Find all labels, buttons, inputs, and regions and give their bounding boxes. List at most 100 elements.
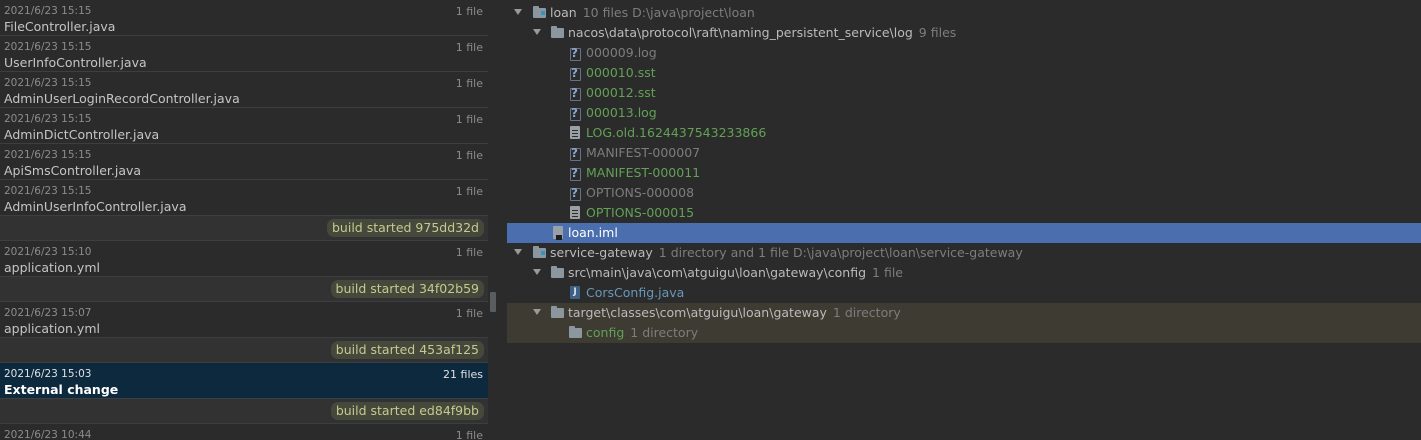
unknown-file-icon: [570, 86, 581, 101]
build-label: build started 975dd32d: [327, 219, 484, 237]
build-label: build started ed84f9bb: [330, 402, 484, 420]
history-scrollbar[interactable]: [488, 0, 498, 440]
node-meta: 1 directory: [630, 325, 699, 340]
tree-file[interactable]: OPTIONS-000015: [507, 203, 1421, 223]
revision-row[interactable]: 2021/6/23 15:15 1 file AdminDictControll…: [0, 108, 488, 144]
node-meta: 10 files D:\java\project\loan: [582, 5, 755, 20]
revision-file-count: 1 file: [455, 113, 483, 126]
revision-file: application.yml: [4, 321, 100, 336]
chevron-down-icon[interactable]: [533, 29, 541, 35]
revision-file-count: 1 file: [455, 307, 483, 320]
chevron-down-icon[interactable]: [514, 249, 522, 255]
module-folder-icon: [533, 6, 546, 18]
revision-date: 2021/6/23 15:15: [4, 113, 92, 125]
chevron-down-icon[interactable]: [533, 309, 541, 315]
tree-node-log-dir[interactable]: nacos\data\protocol\raft\naming_persiste…: [507, 23, 1421, 43]
tree-node-config-dir[interactable]: src\main\java\com\atguigu\loan\gateway\c…: [507, 263, 1421, 283]
iml-file-icon: [553, 226, 563, 240]
revision-row[interactable]: 2021/6/23 10:44 1 file: [0, 424, 488, 440]
unknown-file-icon: [570, 66, 581, 81]
build-label-row[interactable]: build started 34f02b59: [0, 277, 488, 302]
splitter[interactable]: [498, 0, 507, 440]
node-name: loan: [550, 5, 577, 20]
revision-date: 2021/6/23 15:15: [4, 185, 92, 197]
local-history-list[interactable]: 2021/6/23 15:15 1 file FileController.ja…: [0, 0, 488, 440]
revision-file-count: 1 file: [455, 246, 483, 259]
tree-file[interactable]: MANIFEST-000007: [507, 143, 1421, 163]
tree-file[interactable]: 000009.log: [507, 43, 1421, 63]
tree-node-config[interactable]: config 1 directory: [507, 323, 1421, 343]
build-label: build started 453af125: [330, 341, 484, 359]
revision-row[interactable]: 2021/6/23 15:15 1 file ApiSmsController.…: [0, 144, 488, 180]
revision-file: UserInfoController.java: [4, 55, 147, 70]
revision-file: AdminUserInfoController.java: [4, 199, 187, 214]
tree-file[interactable]: J CorsConfig.java: [507, 283, 1421, 303]
revision-date: 2021/6/23 10:44: [4, 429, 92, 440]
unknown-file-icon: [570, 146, 581, 161]
tree-file-selected[interactable]: loan.iml: [507, 223, 1421, 243]
file-name: 000013.log: [586, 105, 657, 120]
java-class-icon: J: [570, 286, 580, 299]
revision-row[interactable]: 2021/6/23 15:15 1 file FileController.ja…: [0, 0, 488, 36]
tree-node-target-dir[interactable]: target\classes\com\atguigu\loan\gateway 1…: [507, 303, 1421, 323]
revision-file-count: 1 file: [455, 149, 483, 162]
build-label-row[interactable]: build started 975dd32d: [0, 216, 488, 241]
revision-file: ApiSmsController.java: [4, 163, 142, 178]
revision-file-count: 1 file: [455, 5, 483, 18]
chevron-down-icon[interactable]: [533, 269, 541, 275]
module-folder-icon: [533, 246, 546, 258]
file-name: 000009.log: [586, 45, 657, 60]
file-name: loan.iml: [568, 225, 618, 240]
revision-row[interactable]: 2021/6/23 15:15 1 file AdminUserLoginRec…: [0, 72, 488, 108]
unknown-file-icon: [570, 46, 581, 61]
revision-row-selected[interactable]: 2021/6/23 15:03 21 files External change: [0, 363, 488, 399]
file-name: OPTIONS-000015: [586, 205, 695, 220]
unknown-file-icon: [570, 166, 581, 181]
text-file-icon: [570, 206, 580, 219]
changed-files-tree[interactable]: loan 10 files D:\java\project\loan nacos\…: [507, 0, 1421, 440]
revision-row[interactable]: 2021/6/23 15:15 1 file AdminUserInfoCont…: [0, 180, 488, 216]
chevron-down-icon[interactable]: [514, 9, 522, 15]
build-label: build started 34f02b59: [330, 280, 484, 298]
node-meta: 1 file: [872, 265, 903, 280]
revision-row[interactable]: 2021/6/23 15:07 1 file application.yml: [0, 302, 488, 338]
revision-file-count: 21 files: [443, 368, 483, 381]
tree-file[interactable]: 000013.log: [507, 103, 1421, 123]
tree-file[interactable]: LOG.old.1624437543233866: [507, 123, 1421, 143]
revision-file-count: 1 file: [455, 77, 483, 90]
folder-icon: [569, 326, 582, 338]
revision-file-count: 1 file: [455, 429, 483, 440]
node-name: config: [586, 325, 625, 340]
node-name: src\main\java\com\atguigu\loan\gateway\c…: [568, 265, 867, 280]
revision-row[interactable]: 2021/6/23 15:10 1 file application.yml: [0, 241, 488, 277]
node-name: service-gateway: [550, 245, 653, 260]
revision-row[interactable]: 2021/6/23 15:15 1 file UserInfoControlle…: [0, 36, 488, 72]
tree-node-loan[interactable]: loan 10 files D:\java\project\loan: [507, 3, 1421, 23]
node-name: target\classes\com\atguigu\loan\gateway: [568, 305, 827, 320]
tree-file[interactable]: OPTIONS-000008: [507, 183, 1421, 203]
node-meta: 1 directory: [832, 305, 901, 320]
node-meta: 1 directory and 1 file D:\java\project\l…: [658, 245, 1023, 260]
tree-file[interactable]: 000012.sst: [507, 83, 1421, 103]
node-meta: 9 files: [918, 25, 957, 40]
scrollbar-thumb[interactable]: [490, 292, 496, 312]
tree-file[interactable]: MANIFEST-000011: [507, 163, 1421, 183]
file-name: 000012.sst: [586, 85, 656, 100]
file-name: MANIFEST-000007: [586, 145, 701, 160]
folder-icon: [551, 306, 564, 318]
revision-file: External change: [4, 382, 119, 397]
revision-file-count: 1 file: [455, 41, 483, 54]
revision-date: 2021/6/23 15:15: [4, 77, 92, 89]
revision-file: application.yml: [4, 260, 100, 275]
tree-file[interactable]: 000010.sst: [507, 63, 1421, 83]
file-name: CorsConfig.java: [586, 285, 685, 300]
revision-date: 2021/6/23 15:15: [4, 149, 92, 161]
revision-file: AdminUserLoginRecordController.java: [4, 91, 240, 106]
revision-file: FileController.java: [4, 19, 116, 34]
build-label-row[interactable]: build started 453af125: [0, 338, 488, 363]
folder-icon: [551, 266, 564, 278]
file-name: OPTIONS-000008: [586, 185, 695, 200]
tree-node-service-gateway[interactable]: service-gateway 1 directory and 1 file D:…: [507, 243, 1421, 263]
build-label-row[interactable]: build started ed84f9bb: [0, 399, 488, 424]
file-name: LOG.old.1624437543233866: [586, 125, 767, 140]
